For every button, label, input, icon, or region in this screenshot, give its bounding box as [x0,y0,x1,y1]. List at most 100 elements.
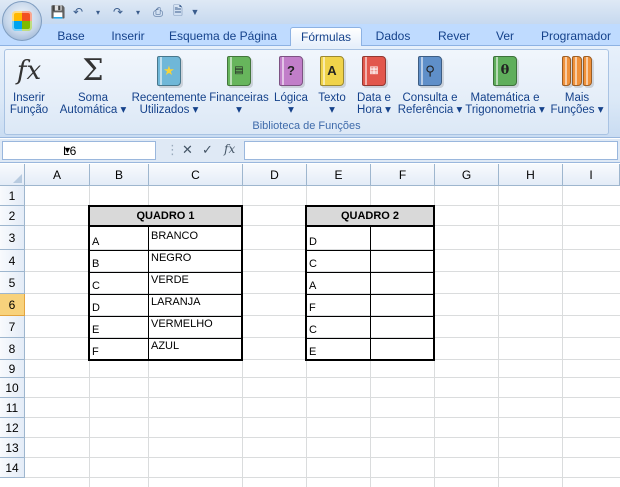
name-box[interactable]: L6 ▼ [2,141,156,160]
enter-icon[interactable]: ✓ [202,142,213,158]
gridline [25,397,620,398]
row-header-13[interactable]: 13 [0,438,25,458]
tab-dados[interactable]: Dados [370,27,416,46]
recently-used-button[interactable]: ★ Recentemente Utilizados ▾ [131,54,207,116]
column-header-f[interactable]: F [371,164,435,186]
autosum-button[interactable]: Σ Soma Automática ▾ [57,54,129,117]
tab-esquema-de-pagina[interactable]: Esquema de Página [166,27,280,46]
redo-icon[interactable]: ↷ [110,4,126,20]
quadro1-color-cell[interactable]: VERDE [148,272,242,288]
column-header-c[interactable]: C [149,164,243,186]
more-functions-label-2: Funções ▾ [550,104,604,116]
tab-inserir[interactable]: Inserir [102,27,154,46]
quadro2-letter-cell[interactable]: F [306,294,370,316]
insert-function-icon[interactable]: fx [224,142,235,156]
quadro1-color-cell[interactable]: BRANCO [148,226,242,244]
row-header-14[interactable]: 14 [0,458,25,478]
quadro1-color-cell[interactable]: NEGRO [148,250,242,266]
row-header-5[interactable]: 5 [0,272,25,294]
office-button[interactable] [2,1,42,41]
date-time-button[interactable]: ▦ Data e Hora ▾ [353,54,395,116]
quadro2-answer-cell[interactable] [370,226,434,250]
tab-programador[interactable]: Programador [536,27,616,46]
worksheet-grid[interactable]: A B C D E F G H I 1 2 3 4 5 6 7 8 9 10 1… [0,164,620,487]
logical-label-2: ▾ [288,104,294,116]
column-header-a[interactable]: A [25,164,90,186]
formula-input[interactable] [244,141,618,160]
quadro2-answer-cell[interactable] [370,294,434,316]
column-header-i[interactable]: I [563,164,620,186]
redo-dropdown-icon[interactable]: ▾ [130,4,146,20]
column-header-d[interactable]: D [243,164,307,186]
function-library-group: fx Inserir Função Σ Soma Automática ▾ ★ … [4,49,609,135]
column-header-g[interactable]: G [435,164,499,186]
print-icon[interactable]: 🗎 [170,4,186,20]
formula-bar: L6 ▼ ⋮ ✕ ✓ fx [0,139,620,163]
lookup-reference-button[interactable]: ⚲ Consulta e Referência ▾ [397,54,463,116]
quadro2-letter-cell[interactable]: A [306,272,370,294]
theta-book-icon: θ [493,56,517,86]
customize-qat-icon[interactable]: ▼ [190,4,200,20]
quadro1-letter-cell[interactable]: A [89,226,148,250]
quadro1-title[interactable]: QUADRO 1 [89,206,242,226]
quadro1-color-cell[interactable]: LARANJA [148,294,242,310]
more-functions-button[interactable]: Mais Funções ▾ [549,54,605,116]
financial-button[interactable]: ▤ Financeiras ▾ [207,54,271,116]
autosum-label-2: Automática ▾ [59,104,127,116]
quadro2-answer-cell[interactable] [370,272,434,294]
row-header-11[interactable]: 11 [0,398,25,418]
row-header-7[interactable]: 7 [0,316,25,338]
row-header-1[interactable]: 1 [0,186,25,206]
row-header-12[interactable]: 12 [0,418,25,438]
logical-button[interactable]: ? Lógica ▾ [271,54,311,116]
row-header-3[interactable]: 3 [0,226,25,250]
resize-handle-icon[interactable]: ⋮ [166,142,179,158]
quadro1-letter-cell[interactable]: F [89,338,148,360]
autosum-label-1: Soma [77,92,109,104]
row-header-9[interactable]: 9 [0,360,25,378]
quadro2-letter-cell[interactable]: D [306,226,370,250]
text-label-1: Texto [318,92,346,104]
column-header-b[interactable]: B [90,164,149,186]
save-icon[interactable]: 💾 [50,4,66,20]
quadro2-title[interactable]: QUADRO 2 [306,206,434,226]
chevron-down-icon[interactable]: ▼ [63,145,152,155]
calendar-book-icon: ▦ [362,56,386,86]
insert-function-button[interactable]: fx Inserir Função [7,54,51,116]
text-button[interactable]: A Texto ▾ [313,54,351,116]
column-header-h[interactable]: H [499,164,563,186]
tab-ver[interactable]: Ver [490,27,520,46]
undo-dropdown-icon[interactable]: ▾ [90,4,106,20]
math-trig-label-2: Trigonometria ▾ [465,104,545,116]
cancel-icon[interactable]: ✕ [182,142,193,158]
quadro1-letter-cell[interactable]: C [89,272,148,294]
row-header-4[interactable]: 4 [0,250,25,272]
undo-icon[interactable]: ↶ [70,4,86,20]
math-trig-button[interactable]: θ Matemática e Trigonometria ▾ [463,54,547,116]
quadro1-letter-cell[interactable]: B [89,250,148,272]
select-all-corner[interactable] [0,164,25,186]
quadro1-letter-cell[interactable]: D [89,294,148,316]
quadro2-answer-cell[interactable] [370,316,434,338]
gridline [25,457,620,458]
quadro1-color-cell[interactable]: AZUL [148,338,242,354]
tab-base[interactable]: Base [50,27,92,46]
insert-function-label-2: Função [9,104,49,116]
column-header-e[interactable]: E [307,164,371,186]
tab-rever[interactable]: Rever [432,27,476,46]
quadro1-letter-cell[interactable]: E [89,316,148,338]
quadro2-answer-cell[interactable] [370,250,434,272]
row-header-6[interactable]: 6 [0,294,25,316]
quadro2-letter-cell[interactable]: C [306,250,370,272]
row-header-2[interactable]: 2 [0,206,25,226]
quadro2-answer-cell[interactable] [370,338,434,360]
print-preview-icon[interactable]: ⎙ [150,4,166,20]
recently-used-label-1: Recentemente [131,92,207,104]
tab-formulas[interactable]: Fórmulas [290,27,362,46]
quadro2-letter-cell[interactable]: C [306,316,370,338]
quadro1-color-cell[interactable]: VERMELHO [148,316,242,332]
row-header-8[interactable]: 8 [0,338,25,360]
row-header-10[interactable]: 10 [0,378,25,398]
quadro2-letter-cell[interactable]: E [306,338,370,360]
gridline [25,437,620,438]
